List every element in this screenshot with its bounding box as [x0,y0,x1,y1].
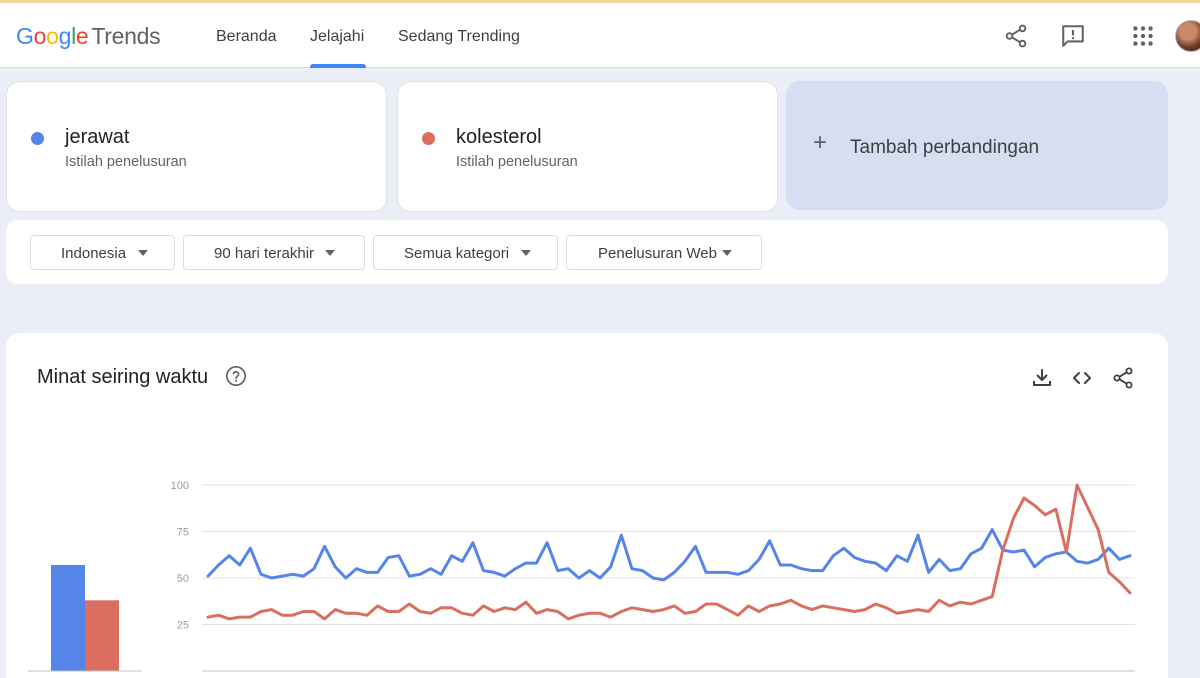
y-tick-label: 50 [177,573,189,585]
logo-trends-text: Trends [91,23,161,49]
average-bar-kolesterol[interactable] [85,600,119,671]
filter-region-dropdown[interactable]: Indonesia [30,235,175,270]
chevron-down-icon [722,250,732,256]
series-color-dot [422,132,435,145]
filter-label: 90 hari terakhir [214,245,315,262]
search-term-name: kolesterol [456,126,542,148]
top-header: Google Trends Beranda Jelajahi Sedang Tre… [0,3,1200,68]
chevron-down-icon [325,250,335,256]
y-tick-label: 100 [171,480,189,492]
filter-label: Semua kategori [404,245,510,262]
avatar[interactable] [1175,20,1200,52]
search-term-type: Istilah penelusuran [456,154,578,170]
filter-label: Penelusuran Web [598,245,717,262]
filter-search-type-dropdown[interactable]: Penelusuran Web [566,235,762,270]
interest-over-time-chart[interactable]: 100 75 50 25 [6,333,1168,678]
nav-tab-beranda[interactable]: Beranda [216,28,277,46]
search-term-card-jerawat[interactable]: jerawat Istilah penelusuran [6,81,387,212]
series-color-dot [31,132,44,145]
chevron-down-icon [138,250,148,256]
average-bar-jerawat[interactable] [51,564,85,671]
apps-grid-icon[interactable] [1130,23,1156,49]
series-line-jerawat[interactable] [206,528,1132,582]
feedback-icon[interactable] [1060,23,1086,49]
add-comparison-label: Tambah perbandingan [850,137,1040,158]
y-tick-label: 25 [177,620,189,632]
add-comparison-button[interactable]: + Tambah perbandingan [786,81,1168,210]
nav-tab-sedang-trending[interactable]: Sedang Trending [398,28,520,46]
search-term-card-kolesterol[interactable]: kolesterol Istilah penelusuran [397,81,778,212]
filter-category-dropdown[interactable]: Semua kategori [373,235,558,270]
nav-tab-jelajahi[interactable]: Jelajahi [310,28,364,46]
y-tick-label: 75 [177,527,189,539]
search-term-type: Istilah penelusuran [65,154,187,170]
filter-time-range-dropdown[interactable]: 90 hari terakhir [183,235,365,270]
filter-bar: Indonesia 90 hari terakhir Semua kategor… [6,220,1168,284]
chevron-down-icon [521,250,531,256]
filter-label: Indonesia [61,245,127,262]
active-tab-indicator [310,64,366,68]
plus-icon: + [813,129,828,156]
google-trends-logo[interactable]: Google Trends [16,23,161,50]
search-term-name: jerawat [65,126,130,148]
series-line-kolesterol[interactable] [206,483,1132,621]
share-icon[interactable] [1003,23,1029,49]
interest-over-time-card: Minat seiring waktu 100 75 50 25 [6,333,1168,678]
